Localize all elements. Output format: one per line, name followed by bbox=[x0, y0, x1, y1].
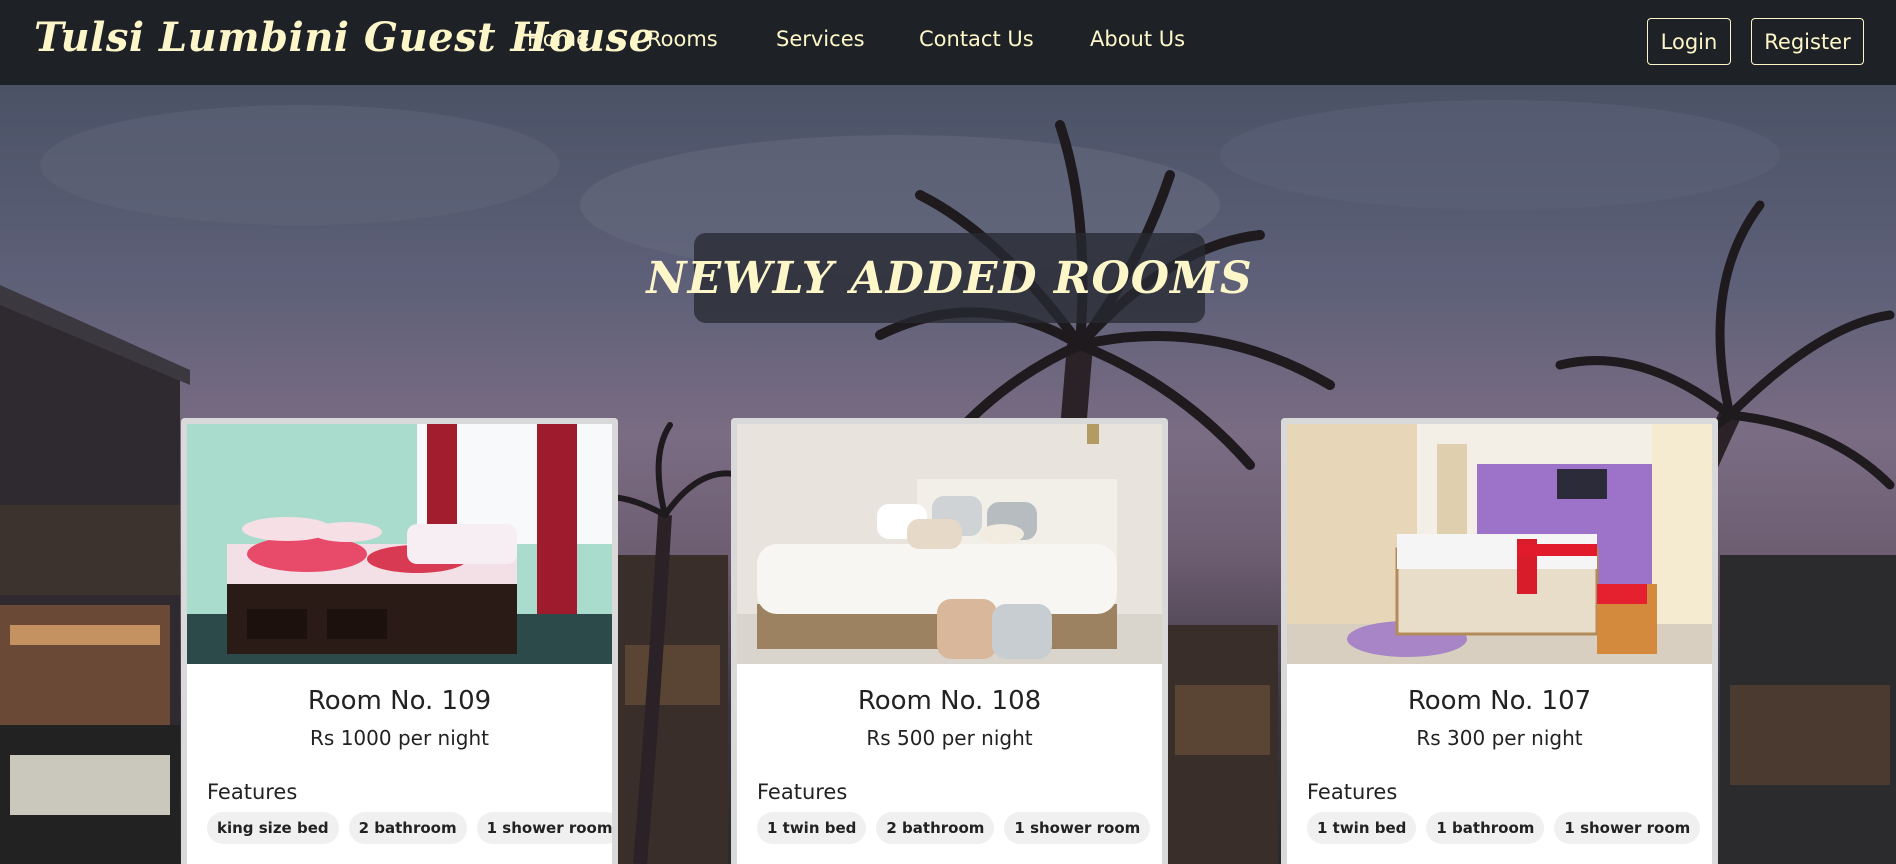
navbar: Tulsi Lumbini Guest House Home Rooms Ser… bbox=[0, 0, 1896, 85]
feature-tag: 1 shower room bbox=[1004, 812, 1151, 844]
feature-tag: king size bed bbox=[207, 812, 339, 844]
nav-about-link[interactable]: About Us bbox=[1090, 27, 1185, 51]
features-label: Features bbox=[1307, 780, 1398, 804]
room-108-photo bbox=[737, 424, 1162, 664]
feature-tag: 2 bathroom bbox=[348, 812, 467, 844]
room-price: Rs 300 per night bbox=[1416, 726, 1583, 750]
room-title: Room No. 107 bbox=[1407, 686, 1592, 716]
feature-tag: 2 bathroom bbox=[876, 812, 995, 844]
nav-rooms-link[interactable]: Rooms bbox=[647, 27, 718, 51]
room-card[interactable]: Room No. 109 Rs 1000 per night Features … bbox=[181, 418, 618, 864]
room-price: Rs 500 per night bbox=[866, 726, 1033, 750]
nav-home-link[interactable]: Home bbox=[527, 27, 589, 51]
section-heading: NEWLY ADDED ROOMS bbox=[646, 252, 1253, 304]
feature-tag: 1 twin bed bbox=[1307, 812, 1417, 844]
feature-tag: 1 twin bed bbox=[757, 812, 867, 844]
room-107-photo bbox=[1287, 424, 1712, 664]
room-card[interactable]: Room No. 108 Rs 500 per night Features 1… bbox=[731, 418, 1168, 864]
room-card[interactable]: Room No. 107 Rs 300 per night Features 1… bbox=[1281, 418, 1718, 864]
feature-tag: 1 shower room bbox=[476, 812, 612, 844]
features-label: Features bbox=[207, 780, 298, 804]
room-title: Room No. 109 bbox=[307, 686, 492, 716]
feature-tag: 1 shower room bbox=[1554, 812, 1701, 844]
room-photo[interactable] bbox=[1287, 424, 1712, 664]
feature-tags: 1 twin bed 1 bathroom 1 shower room bbox=[1307, 812, 1701, 844]
nav-contact-link[interactable]: Contact Us bbox=[919, 27, 1034, 51]
feature-tags: 1 twin bed 2 bathroom 1 shower room bbox=[757, 812, 1151, 844]
login-button[interactable]: Login bbox=[1647, 18, 1731, 65]
feature-tag: 1 bathroom bbox=[1426, 812, 1545, 844]
room-photo[interactable] bbox=[187, 424, 612, 664]
section-heading-box: NEWLY ADDED ROOMS bbox=[646, 233, 1252, 323]
room-title: Room No. 108 bbox=[857, 686, 1042, 716]
register-button[interactable]: Register bbox=[1751, 18, 1864, 65]
room-photo[interactable] bbox=[737, 424, 1162, 664]
room-price: Rs 1000 per night bbox=[310, 726, 489, 750]
features-label: Features bbox=[757, 780, 848, 804]
nav-services-link[interactable]: Services bbox=[776, 27, 865, 51]
feature-tags: king size bed 2 bathroom 1 shower room bbox=[207, 812, 612, 844]
room-109-photo bbox=[187, 424, 612, 664]
